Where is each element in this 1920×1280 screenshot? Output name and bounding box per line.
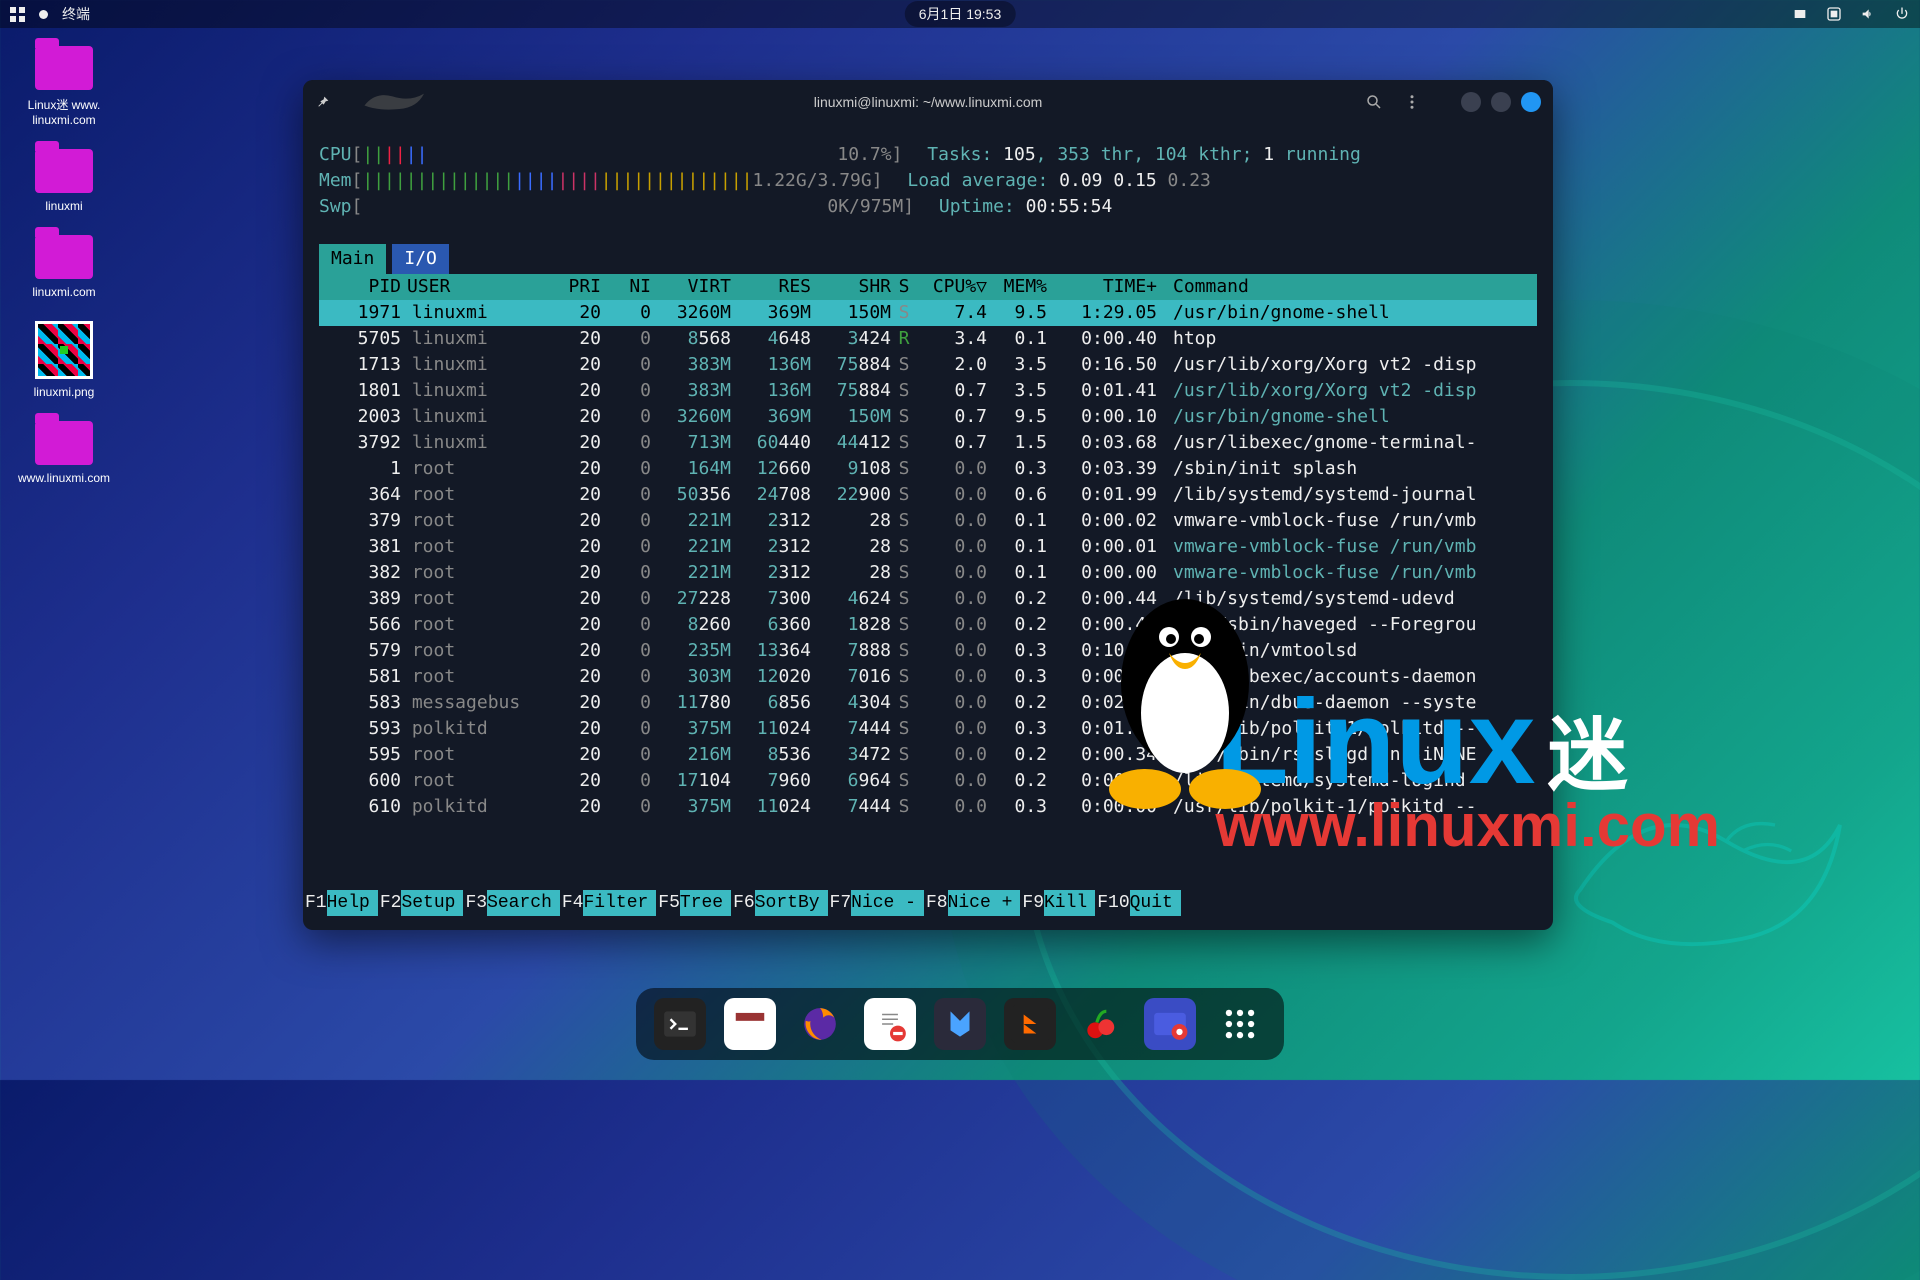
- process-row[interactable]: 610 polkitd200375M110247444S0.00.30:00.0…: [319, 794, 1537, 820]
- fkey-bar: F1Help F2Setup F3SearchF4FilterF5Tree F6…: [303, 890, 1553, 916]
- fkey-number: F6: [731, 890, 755, 916]
- system-topbar: 终端 6月1日 19:53: [0, 0, 1920, 28]
- fkey-number: F1: [303, 890, 327, 916]
- process-row[interactable]: 3792 linuxmi200713M6044044412S0.71.50:03…: [319, 430, 1537, 456]
- desktop-icon[interactable]: linuxmi: [24, 149, 104, 213]
- fkey-label[interactable]: Setup: [401, 890, 463, 916]
- fkey-number: F5: [656, 890, 680, 916]
- process-row[interactable]: 382 root200221M231228S0.00.10:00.00vmwar…: [319, 560, 1537, 586]
- fkey-label[interactable]: SortBy: [755, 890, 828, 916]
- icon-label: Linux迷 www. linuxmi.com: [28, 96, 101, 127]
- swap-meter: Swp[0K/975M] Uptime: 00:55:54: [319, 194, 1537, 220]
- dock-files[interactable]: [724, 998, 776, 1050]
- process-row[interactable]: 1 root200164M126609108S0.00.30:03.39/sbi…: [319, 456, 1537, 482]
- app-menu-label[interactable]: 终端: [62, 4, 90, 24]
- column-headers[interactable]: PIDUSERPRINIVIRTRESSHRSCPU%▽MEM%TIME+Com…: [319, 274, 1537, 300]
- terminal-window: linuxmi@linuxmi: ~/www.linuxmi.com CPU[|…: [303, 80, 1553, 930]
- dock-cherrytree[interactable]: [1074, 998, 1126, 1050]
- process-row[interactable]: 595 root200216M85363472S0.00.20:00.34/us…: [319, 742, 1537, 768]
- process-rows: 1971 linuxmi2003260M369M150MS7.49.51:29.…: [319, 300, 1537, 820]
- folder-icon: [35, 235, 93, 279]
- process-row[interactable]: 379 root200221M231228S0.00.10:00.02vmwar…: [319, 508, 1537, 534]
- power-icon[interactable]: [1894, 6, 1910, 22]
- fkey-label[interactable]: Nice -: [851, 890, 924, 916]
- maximize-button[interactable]: [1491, 92, 1511, 112]
- dock-burpsuite[interactable]: [1004, 998, 1056, 1050]
- activities-icon[interactable]: [10, 7, 25, 22]
- process-row[interactable]: 583 messagebus2001178068564304S0.00.20:0…: [319, 690, 1537, 716]
- fkey-label[interactable]: Help: [327, 890, 378, 916]
- process-row[interactable]: 600 root2001710479606964S0.00.20:00.40/l…: [319, 768, 1537, 794]
- desktop-icon[interactable]: Linux迷 www. linuxmi.com: [24, 46, 104, 127]
- fkey-number: F10: [1095, 890, 1129, 916]
- icon-label: linuxmi.png: [34, 385, 95, 399]
- process-row[interactable]: 1801 linuxmi200383M136M75884S0.73.50:01.…: [319, 378, 1537, 404]
- dock-show-apps[interactable]: [1214, 998, 1266, 1050]
- dock-metasploit[interactable]: [934, 998, 986, 1050]
- fkey-number: F3: [463, 890, 487, 916]
- window-titlebar[interactable]: linuxmi@linuxmi: ~/www.linuxmi.com: [303, 80, 1553, 124]
- wallpaper-dragon: [1530, 760, 1890, 1020]
- fkey-label[interactable]: Filter: [583, 890, 656, 916]
- search-icon[interactable]: [1365, 93, 1383, 111]
- fkey-number: F2: [378, 890, 402, 916]
- fkey-number: F7: [828, 890, 852, 916]
- desktop-icon[interactable]: linuxmi.png: [24, 321, 104, 399]
- fkey-label[interactable]: Search: [487, 890, 560, 916]
- desktop-icons: Linux迷 www. linuxmi.com linuxmi linuxmi.co…: [24, 46, 104, 485]
- process-row[interactable]: 579 root200235M133647888S0.00.30:10.57/u…: [319, 638, 1537, 664]
- dock-text-editor[interactable]: [864, 998, 916, 1050]
- process-row[interactable]: 1713 linuxmi200383M136M75884S2.03.50:16.…: [319, 352, 1537, 378]
- accessibility-icon[interactable]: [1826, 6, 1842, 22]
- kali-dragon-icon: [361, 86, 431, 118]
- process-row[interactable]: 389 root2002722873004624S0.00.20:00.44/l…: [319, 586, 1537, 612]
- workspace-dot[interactable]: [39, 10, 48, 19]
- fkey-label[interactable]: Quit: [1130, 890, 1181, 916]
- process-row[interactable]: 364 root200503562470822900S0.00.60:01.99…: [319, 482, 1537, 508]
- volume-icon[interactable]: [1860, 6, 1876, 22]
- cpu-meter: CPU[||||||10.7%] Tasks: 105, 353 thr, 10…: [319, 142, 1537, 168]
- tab-main[interactable]: Main: [319, 244, 386, 274]
- folder-icon: [35, 46, 93, 90]
- icon-label: linuxmi.com: [32, 285, 95, 299]
- process-row[interactable]: 5705 linuxmi200856846483424R3.40.10:00.4…: [319, 326, 1537, 352]
- tab-io[interactable]: I/O: [392, 244, 449, 274]
- terminal-content[interactable]: CPU[||||||10.7%] Tasks: 105, 353 thr, 10…: [303, 124, 1553, 930]
- image-file-icon: [35, 321, 93, 379]
- icon-label: www.linuxmi.com: [18, 471, 110, 485]
- mem-meter: Mem[||||||||||||||||||||||||||||||||||||…: [319, 168, 1537, 194]
- process-row[interactable]: 581 root200303M120207016S0.00.30:00.30/u…: [319, 664, 1537, 690]
- folder-icon: [35, 421, 93, 465]
- fkey-label[interactable]: Kill: [1044, 890, 1095, 916]
- process-row[interactable]: 566 root200826063601828S0.00.20:00.46/us…: [319, 612, 1537, 638]
- menu-icon[interactable]: [1403, 93, 1421, 111]
- fkey-number: F8: [924, 890, 948, 916]
- dock-screen-recorder[interactable]: [1144, 998, 1196, 1050]
- keyboard-icon[interactable]: [1792, 6, 1808, 22]
- htop-tabs: Main I/O: [319, 244, 1537, 274]
- fkey-label[interactable]: Nice +: [948, 890, 1021, 916]
- clock[interactable]: 6月1日 19:53: [905, 1, 1016, 27]
- fkey-label[interactable]: Tree: [680, 890, 731, 916]
- desktop-icon[interactable]: www.linuxmi.com: [24, 421, 104, 485]
- minimize-button[interactable]: [1461, 92, 1481, 112]
- process-row[interactable]: 2003 linuxmi2003260M369M150MS0.79.50:00.…: [319, 404, 1537, 430]
- process-row[interactable]: 593 polkitd200375M110247444S0.00.30:01.7…: [319, 716, 1537, 742]
- dock-firefox[interactable]: [794, 998, 846, 1050]
- folder-icon: [35, 149, 93, 193]
- close-button[interactable]: [1521, 92, 1541, 112]
- process-row[interactable]: 1971 linuxmi2003260M369M150MS7.49.51:29.…: [319, 300, 1537, 326]
- window-title: linuxmi@linuxmi: ~/www.linuxmi.com: [814, 94, 1043, 110]
- pin-icon[interactable]: [315, 94, 331, 110]
- fkey-number: F9: [1020, 890, 1044, 916]
- dock-terminal[interactable]: [654, 998, 706, 1050]
- icon-label: linuxmi: [45, 199, 82, 213]
- dock: [636, 988, 1284, 1060]
- desktop-icon[interactable]: linuxmi.com: [24, 235, 104, 299]
- process-row[interactable]: 381 root200221M231228S0.00.10:00.01vmwar…: [319, 534, 1537, 560]
- fkey-number: F4: [560, 890, 584, 916]
